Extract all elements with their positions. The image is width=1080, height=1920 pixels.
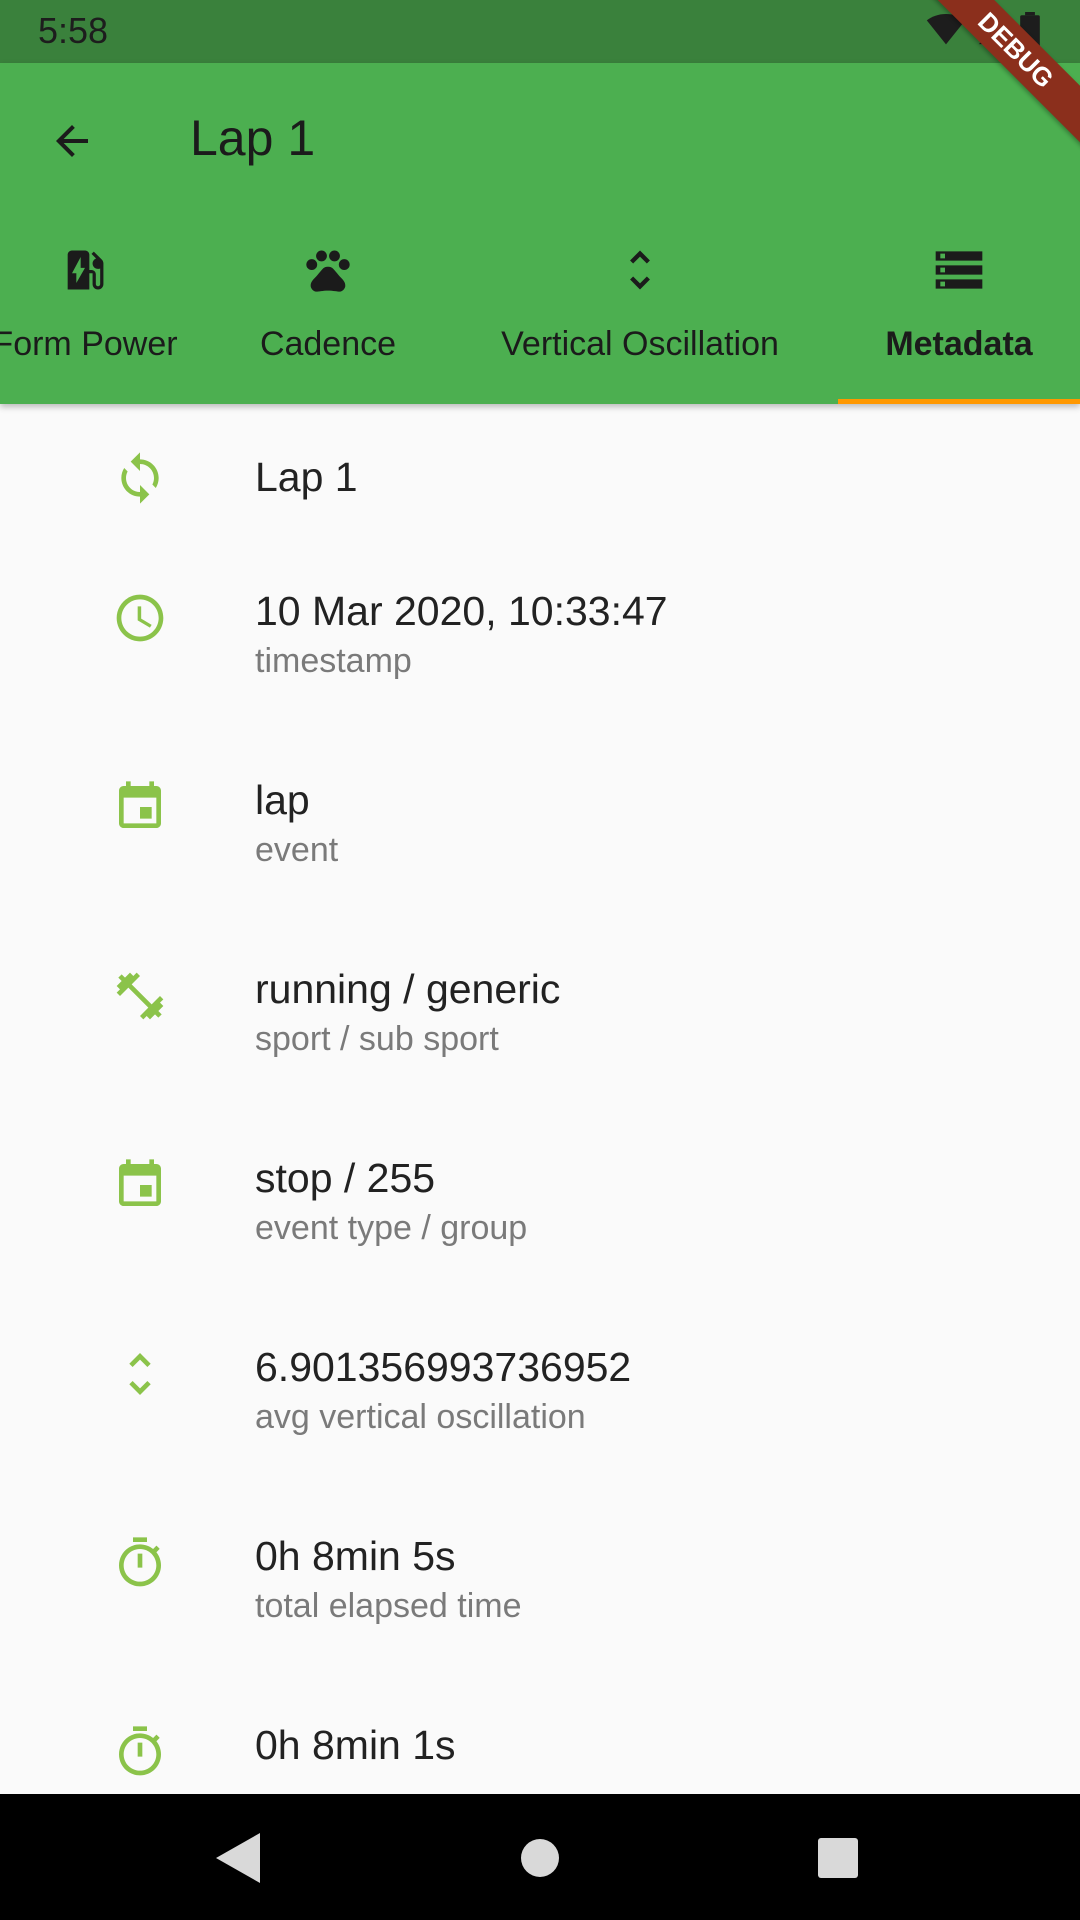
clock-icon xyxy=(110,588,170,648)
item-value: 10 Mar 2020, 10:33:47 xyxy=(255,588,668,634)
item-label: total elapsed time xyxy=(255,1587,522,1625)
tab-label: Form Power xyxy=(0,325,178,363)
status-bar: 5:58 xyxy=(0,0,1080,63)
tab-label: Vertical Oscillation xyxy=(501,325,779,363)
item-value: stop / 255 xyxy=(255,1155,436,1201)
nav-recents-button[interactable] xyxy=(808,1828,868,1888)
nav-home-button[interactable] xyxy=(510,1828,570,1888)
system-nav-bar xyxy=(0,1794,1080,1920)
item-value: 0h 8min 1s xyxy=(255,1722,456,1768)
item-value: 0h 8min 5s xyxy=(255,1533,456,1579)
tab-label: Cadence xyxy=(259,325,397,363)
tab-metadata[interactable]: Metadata xyxy=(838,223,1080,404)
item-label: event type / group xyxy=(255,1209,528,1247)
item-value: Lap 1 xyxy=(255,454,358,500)
triangle-back-icon xyxy=(216,1833,260,1883)
status-time: 5:58 xyxy=(38,10,109,51)
unfold-more-icon xyxy=(614,235,666,305)
tab-form-power[interactable]: Form Power xyxy=(0,223,230,404)
ev-station-icon xyxy=(59,235,111,305)
page-title: Lap 1 xyxy=(190,110,316,166)
storage-icon xyxy=(931,235,987,305)
tab-cadence[interactable]: Cadence xyxy=(230,223,426,404)
refresh-icon xyxy=(110,448,170,508)
tab-label: Metadata xyxy=(885,325,1033,363)
item-value: 6.901356993736952 xyxy=(255,1344,632,1390)
unfold-more-icon xyxy=(110,1344,170,1404)
event-icon xyxy=(110,1155,170,1215)
event-icon xyxy=(110,777,170,837)
timer-icon xyxy=(110,1722,170,1782)
circle-home-icon xyxy=(521,1839,559,1877)
back-button[interactable] xyxy=(36,105,108,177)
tab-vertical-oscillation[interactable]: Vertical Oscillation xyxy=(470,223,810,404)
item-value: running / generic xyxy=(255,966,561,1012)
metadata-list: Lap 1 10 Mar 2020, 10:33:47 timestamp la… xyxy=(0,404,1080,1794)
item-label: avg vertical oscillation xyxy=(255,1398,586,1436)
nav-back-button[interactable] xyxy=(208,1828,268,1888)
square-recents-icon xyxy=(818,1838,858,1878)
timer-icon xyxy=(110,1533,170,1593)
app-bar: Lap 1 Form Power Cadence Vertical Oscill… xyxy=(0,63,1080,404)
item-label: timestamp xyxy=(255,642,412,680)
fitness-icon xyxy=(110,966,170,1026)
item-label: event xyxy=(255,831,339,869)
arrow-back-icon xyxy=(56,125,88,157)
tab-bar: Form Power Cadence Vertical Oscillation … xyxy=(0,223,1080,404)
item-label: sport / sub sport xyxy=(255,1020,499,1058)
paw-icon xyxy=(302,235,354,305)
item-value: lap xyxy=(255,777,310,823)
